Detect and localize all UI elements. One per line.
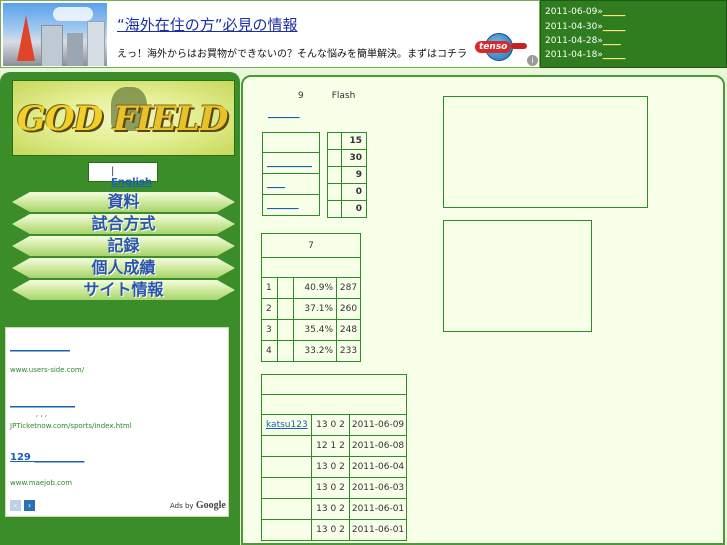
ranking-header: 7: [261, 233, 361, 258]
ad-description: , , ,: [36, 410, 48, 418]
flash-header: 9 Flash: [298, 91, 356, 101]
top-banner-ad[interactable]: “海外在住の方”必見の情報 えっ！海外からはお買物ができないの？そんな悩みを簡単…: [0, 0, 540, 68]
category-links-table: __________ ____ _______: [262, 132, 320, 216]
god-field-logo[interactable]: GOD FIELD: [12, 80, 235, 156]
ad-url[interactable]: www.maejob.com: [10, 479, 72, 487]
update-link[interactable]: ____: [603, 36, 621, 46]
ads-by-google[interactable]: Ads by Google: [170, 500, 226, 511]
main-content: 9 Flash _______ __________ ____ _______ 1…: [241, 75, 725, 545]
update-link[interactable]: _____: [603, 7, 626, 17]
update-link[interactable]: _____: [603, 50, 626, 60]
category-link[interactable]: _______: [267, 200, 299, 210]
banner-description: えっ！海外からはお買物ができないの？そんな悩みを簡単解決。まずはコチラ: [117, 49, 467, 60]
count-value: 9: [341, 166, 367, 184]
category-link[interactable]: ____: [267, 179, 285, 189]
nav-item-records[interactable]: 記録: [12, 234, 235, 256]
ads-next-button[interactable]: ›: [24, 500, 35, 511]
counts-table: 15 30 9 0 0: [327, 132, 367, 218]
ad-link[interactable]: _____________: [10, 397, 75, 408]
update-item: 2011-06-09»_____: [545, 7, 626, 17]
category-link[interactable]: __________: [267, 158, 312, 168]
update-link[interactable]: _____: [603, 22, 626, 32]
update-item: 2011-04-30»_____: [545, 22, 626, 32]
logo-wordmark: GOD FIELD: [17, 99, 228, 139]
sidebar: GOD FIELD | English 資料 試合方式 記録 個人成績 サイト情…: [0, 72, 240, 545]
nav-item-site-info[interactable]: サイト情報: [12, 278, 235, 300]
text-ads: ____________ www.users-side.com/ _______…: [5, 327, 229, 517]
tenso-logo[interactable]: tenso: [473, 31, 529, 63]
update-item: 2011-04-28»____: [545, 36, 621, 46]
ads-prev-button[interactable]: ‹: [10, 500, 21, 511]
banner-title-link[interactable]: “海外在住の方”必見の情報: [117, 14, 298, 35]
language-switcher: | English: [88, 162, 158, 188]
ad-link[interactable]: ____________: [10, 341, 70, 352]
player-link[interactable]: katsu123: [266, 420, 308, 430]
count-value: 15: [341, 132, 367, 150]
count-value: 0: [341, 200, 367, 218]
flash-embed-box: [443, 96, 648, 208]
top-content-link[interactable]: _______: [268, 109, 300, 119]
nav-item-materials[interactable]: 資料: [12, 190, 235, 212]
ad-info-icon[interactable]: i: [527, 55, 538, 66]
ad-link[interactable]: 129 __________: [10, 452, 84, 463]
nav-item-match-format[interactable]: 試合方式: [12, 212, 235, 234]
records-table: katsu123 13 0 2 2011-06-09 12 1 2 2011-06-0…: [261, 374, 407, 541]
update-item: 2011-04-18»_____: [545, 50, 626, 60]
count-value: 30: [341, 149, 367, 167]
ad-url[interactable]: www.users-side.com/: [10, 366, 84, 374]
airplane-icon: [511, 43, 527, 49]
ad-url[interactable]: JPTicketnow.com/sports/index.html: [10, 422, 132, 430]
english-link[interactable]: English: [111, 177, 152, 188]
tenso-wordmark: tenso: [475, 41, 512, 53]
tokyo-tower-photo: [3, 3, 107, 66]
nav-item-personal-stats[interactable]: 個人成績: [12, 256, 235, 278]
recent-updates-list: 2011-06-09»_____ 2011-04-30»_____ 2011-0…: [540, 0, 727, 68]
count-value: 0: [341, 183, 367, 201]
flash-embed-box-small: [443, 220, 592, 332]
main-nav: 資料 試合方式 記録 個人成績 サイト情報: [12, 190, 235, 300]
ranking-table: 7 1 40.9% 287 2 37.1% 260 3 35.4% 248 4 33.2% 23…: [261, 233, 361, 362]
